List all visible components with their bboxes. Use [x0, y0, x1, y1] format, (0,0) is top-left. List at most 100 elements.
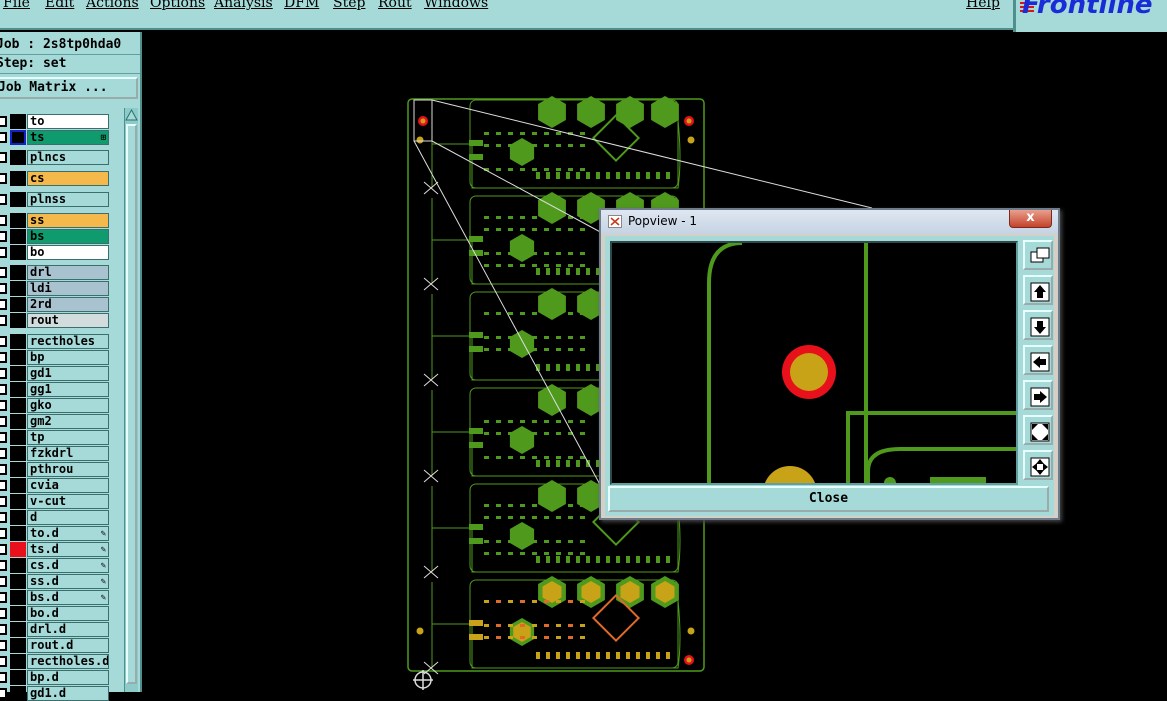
- layer-name-label[interactable]: ts.d ✎: [27, 542, 109, 557]
- pan-right-button[interactable]: [1023, 380, 1053, 410]
- layer-color-swatch[interactable]: [10, 462, 26, 477]
- layer-row-gko[interactable]: gko: [0, 398, 112, 413]
- layer-row-to-d[interactable]: to.d ✎: [0, 526, 112, 541]
- layer-row-cvia[interactable]: cvia: [0, 478, 112, 493]
- layer-checkbox[interactable]: [0, 528, 7, 539]
- layer-row-pthrou[interactable]: pthrou: [0, 462, 112, 477]
- layer-row-cs[interactable]: cs: [0, 171, 112, 186]
- layer-checkbox[interactable]: [0, 608, 7, 619]
- layer-color-swatch[interactable]: [10, 670, 26, 685]
- layer-name-label[interactable]: to: [27, 114, 109, 129]
- layer-color-swatch[interactable]: [10, 265, 26, 280]
- layer-checkbox[interactable]: [0, 283, 7, 294]
- layer-checkbox[interactable]: [0, 173, 7, 184]
- layer-name-label[interactable]: v-cut: [27, 494, 109, 509]
- close-icon[interactable]: x: [1009, 210, 1052, 228]
- layer-name-label[interactable]: cs.d ✎: [27, 558, 109, 573]
- close-button[interactable]: Close: [608, 486, 1049, 512]
- layer-checkbox[interactable]: [0, 336, 7, 347]
- layer-checkbox[interactable]: [0, 384, 7, 395]
- layer-name-label[interactable]: drl.d: [27, 622, 109, 637]
- layer-row-plnss[interactable]: plnss: [0, 192, 112, 207]
- menu-file[interactable]: File: [3, 0, 30, 13]
- layer-color-swatch[interactable]: [10, 414, 26, 429]
- layer-name-label[interactable]: rout: [27, 313, 109, 328]
- layer-name-label[interactable]: bo: [27, 245, 109, 260]
- layer-row-rout[interactable]: rout: [0, 313, 112, 328]
- zoom-in-button[interactable]: [1023, 415, 1053, 445]
- pan-down-button[interactable]: [1023, 310, 1053, 340]
- layer-color-swatch[interactable]: [10, 213, 26, 228]
- layer-name-label[interactable]: gm2: [27, 414, 109, 429]
- layer-checkbox[interactable]: [0, 352, 7, 363]
- layer-name-label[interactable]: bo.d: [27, 606, 109, 621]
- layer-name-label[interactable]: fzkdrl: [27, 446, 109, 461]
- layer-checkbox[interactable]: [0, 416, 7, 427]
- layer-color-swatch[interactable]: [10, 171, 26, 186]
- layer-color-swatch[interactable]: [10, 574, 26, 589]
- layer-checkbox[interactable]: [0, 152, 7, 163]
- layer-row-bo-d[interactable]: bo.d: [0, 606, 112, 621]
- layer-checkbox[interactable]: [0, 496, 7, 507]
- layer-row-cs-d[interactable]: cs.d ✎: [0, 558, 112, 573]
- layer-name-label[interactable]: drl: [27, 265, 109, 280]
- layer-name-label[interactable]: d: [27, 510, 109, 525]
- layer-row-drl-d[interactable]: drl.d: [0, 622, 112, 637]
- layer-row-rectholes[interactable]: rectholes: [0, 334, 112, 349]
- zoom-out-button[interactable]: [1023, 450, 1053, 480]
- layer-color-swatch[interactable]: [10, 366, 26, 381]
- pan-left-button[interactable]: [1023, 345, 1053, 375]
- layer-row-2rd[interactable]: 2rd: [0, 297, 112, 312]
- layer-name-label[interactable]: gg1: [27, 382, 109, 397]
- menu-actions[interactable]: Actions: [86, 0, 139, 13]
- layer-name-label[interactable]: ts ⊞: [27, 130, 109, 145]
- layer-color-swatch[interactable]: [10, 446, 26, 461]
- layer-color-swatch[interactable]: [10, 430, 26, 445]
- layer-checkbox[interactable]: [0, 194, 7, 205]
- layer-row-ts-d[interactable]: ts.d ✎: [0, 542, 112, 557]
- layer-color-swatch[interactable]: [10, 114, 26, 129]
- layer-name-label[interactable]: bp.d: [27, 670, 109, 685]
- layer-name-label[interactable]: plncs: [27, 150, 109, 165]
- layer-row-bo[interactable]: bo: [0, 245, 112, 260]
- pan-up-button[interactable]: [1023, 275, 1053, 305]
- zoom-fit-button[interactable]: [1023, 240, 1053, 270]
- layer-checkbox[interactable]: [0, 368, 7, 379]
- popview-titlebar[interactable]: Popview - 1 x: [601, 210, 1058, 234]
- layer-color-swatch[interactable]: [10, 297, 26, 312]
- layer-color-swatch[interactable]: [10, 686, 26, 701]
- menu-dfm[interactable]: DFM: [284, 0, 319, 13]
- layer-color-swatch[interactable]: [10, 192, 26, 207]
- layer-checkbox[interactable]: [0, 640, 7, 651]
- layer-name-label[interactable]: bs.d ✎: [27, 590, 109, 605]
- layer-checkbox[interactable]: [0, 231, 7, 242]
- layer-color-swatch[interactable]: [10, 654, 26, 669]
- layer-checkbox[interactable]: [0, 576, 7, 587]
- layer-name-label[interactable]: cvia: [27, 478, 109, 493]
- layer-checkbox[interactable]: [0, 116, 7, 127]
- layer-name-label[interactable]: 2rd: [27, 297, 109, 312]
- layer-row-ss-d[interactable]: ss.d ✎: [0, 574, 112, 589]
- layer-checkbox[interactable]: [0, 544, 7, 555]
- layer-row-ts[interactable]: ts ⊞: [0, 130, 112, 145]
- menu-step[interactable]: Step: [333, 0, 365, 13]
- layer-color-swatch[interactable]: [10, 334, 26, 349]
- layer-row-rout-d[interactable]: rout.d: [0, 638, 112, 653]
- layer-name-label[interactable]: ss: [27, 213, 109, 228]
- layer-row-ldi[interactable]: ldi: [0, 281, 112, 296]
- menu-edit[interactable]: Edit: [45, 0, 74, 13]
- layer-row-gd1[interactable]: gd1: [0, 366, 112, 381]
- layer-color-swatch[interactable]: [10, 638, 26, 653]
- layer-name-label[interactable]: gd1: [27, 366, 109, 381]
- layer-name-label[interactable]: rectholes.d: [27, 654, 109, 669]
- layer-color-swatch[interactable]: [10, 245, 26, 260]
- layer-color-swatch[interactable]: [10, 398, 26, 413]
- layer-color-swatch[interactable]: [10, 229, 26, 244]
- layer-row-v-cut[interactable]: v-cut: [0, 494, 112, 509]
- layer-color-swatch[interactable]: [10, 478, 26, 493]
- layer-name-label[interactable]: rectholes: [27, 334, 109, 349]
- layer-row-bp[interactable]: bp: [0, 350, 112, 365]
- layer-checkbox[interactable]: [0, 132, 7, 143]
- layer-checkbox[interactable]: [0, 592, 7, 603]
- layer-checkbox[interactable]: [0, 656, 7, 667]
